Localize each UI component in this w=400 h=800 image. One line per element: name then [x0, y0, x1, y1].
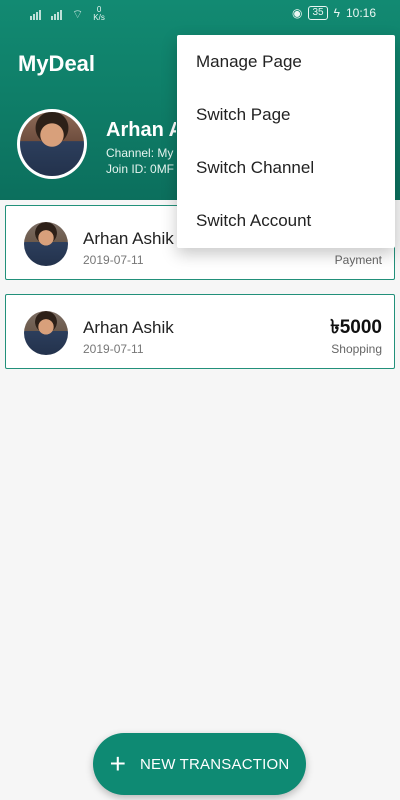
transaction-card[interactable]: Arhan Ashik 2019-07-11 ৳5000 Shopping: [5, 294, 395, 369]
menu-item-switch-account[interactable]: Switch Account: [177, 194, 395, 247]
wifi-icon: ⌔: [72, 6, 84, 21]
menu-item-switch-channel[interactable]: Switch Channel: [177, 141, 395, 194]
transaction-name: Arhan Ashik: [83, 318, 174, 337]
eye-icon: ◉: [292, 6, 303, 20]
transaction-date: 2019-07-11: [83, 253, 144, 267]
plus-icon: +: [109, 748, 126, 779]
clock-time: 10:16: [345, 6, 376, 20]
avatar-image: [20, 112, 84, 176]
new-transaction-label: NEW TRANSACTION: [139, 755, 290, 773]
status-right: ◉ 35 ϟ 10:16: [292, 6, 376, 20]
profile-channel: Channel: My: [106, 146, 174, 160]
menu-item-manage-page[interactable]: Manage Page: [177, 35, 395, 88]
network-speed: 0 K/s: [93, 5, 105, 22]
transaction-type: Payment: [334, 253, 382, 267]
overflow-menu: Manage Page Switch Page Switch Channel S…: [177, 35, 395, 248]
profile-join-id: Join ID: 0MF: [106, 162, 175, 176]
signal-icon: [30, 8, 41, 20]
profile-name: Arhan A: [106, 119, 176, 141]
transaction-amount: ৳5000: [330, 317, 382, 338]
transaction-avatar: [24, 222, 68, 266]
profile-avatar[interactable]: [17, 109, 87, 179]
charging-icon: ϟ: [333, 6, 340, 20]
menu-item-switch-page[interactable]: Switch Page: [177, 88, 395, 141]
transaction-date: 2019-07-11: [83, 342, 144, 356]
app-title: MyDeal: [18, 51, 96, 76]
new-transaction-button[interactable]: + NEW TRANSACTION: [93, 733, 306, 795]
transaction-avatar: [24, 311, 68, 355]
transaction-name: Arhan Ashik: [83, 229, 174, 248]
transaction-type: Shopping: [331, 342, 382, 356]
signal-icon-2: [51, 8, 62, 20]
battery-icon: 35: [308, 6, 328, 20]
status-left: ⌔ 0 K/s: [30, 6, 105, 22]
status-bar: ⌔ 0 K/s ◉ 35 ϟ 10:16: [0, 0, 400, 28]
